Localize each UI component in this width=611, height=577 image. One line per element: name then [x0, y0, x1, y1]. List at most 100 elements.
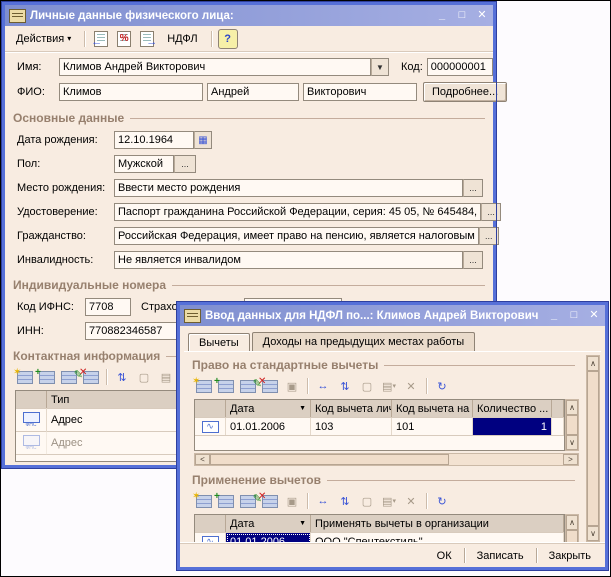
scroll-left-icon[interactable]: < — [195, 454, 210, 465]
deductions-table-vscroll[interactable]: ∧ ∨ — [565, 399, 579, 451]
save-button[interactable]: Записать — [467, 548, 534, 564]
delete-contact-button[interactable]: ✕ — [81, 367, 101, 387]
page-scrollbar[interactable]: ∧ ∨ — [586, 355, 600, 542]
scroll-down-icon[interactable]: ∨ — [566, 435, 578, 450]
toolbar-separator — [307, 378, 308, 394]
calendar-button[interactable]: ▦ — [194, 131, 212, 149]
deductions-row[interactable]: ∿ 01.01.2006 103 101 1 — [195, 418, 564, 436]
minimize-icon[interactable]: _ — [547, 309, 561, 323]
page-scrollbar-thumb[interactable] — [587, 371, 599, 526]
use-refresh-button[interactable]: ↻ — [432, 491, 452, 511]
cross-icon: ✕ — [258, 491, 266, 502]
gender-ellipsis-button[interactable]: ... — [174, 155, 196, 173]
recalc-button[interactable]: % — [114, 29, 134, 49]
personal-deduction-code-cell[interactable]: 103 — [311, 418, 392, 435]
date-column-header[interactable]: Дата ▼ — [226, 515, 311, 532]
add-contact-button[interactable]: ✶ — [15, 367, 35, 387]
insert-contact-button[interactable]: + — [37, 367, 57, 387]
id-doc-ellipsis-button[interactable]: ... — [481, 203, 501, 221]
rows-icon: ✶ — [196, 380, 212, 393]
gender-combo[interactable]: Мужской ... — [114, 155, 196, 173]
select-box-icon: ▢ — [362, 380, 372, 393]
id-doc-combo[interactable]: Паспорт гражданина Российской Федерации,… — [114, 203, 501, 221]
edit-contact-button[interactable]: ✎ — [59, 367, 79, 387]
birth-date-value: 12.10.1964 — [118, 134, 173, 146]
sort-desc-icon: ▼ — [299, 405, 306, 412]
birth-place-combo[interactable]: Ввести место рождения ... — [114, 179, 483, 197]
maximize-icon[interactable]: □ — [567, 309, 581, 323]
actions-menu-button[interactable]: Действия ▾ — [9, 30, 78, 48]
inn-label: ИНН: — [17, 325, 81, 337]
use-add-button[interactable]: ✶ — [194, 491, 214, 511]
use-delete-button[interactable]: ✕ — [260, 491, 280, 511]
select-box-icon: ▢ — [362, 495, 372, 508]
hscroll-thumb[interactable] — [210, 454, 449, 465]
use-sort-button[interactable]: ⇅ — [335, 491, 355, 511]
help-button[interactable]: ? — [218, 29, 238, 49]
ded-delete-button[interactable]: ✕ — [260, 376, 280, 396]
sort-icon: ⇅ — [340, 495, 349, 508]
tab-previous-income[interactable]: Доходы на предыдущих местах работы — [252, 332, 476, 351]
minimize-icon[interactable]: _ — [435, 9, 449, 23]
children-deduction-code-cell[interactable]: 101 — [392, 418, 473, 435]
ded-refresh-button[interactable]: ↻ — [432, 376, 452, 396]
use-edit-button[interactable]: ✎ — [238, 491, 258, 511]
children-deduction-code-header[interactable]: Код вычета на ... — [392, 400, 473, 417]
ellipsis-icon: ... — [469, 255, 477, 265]
ded-col-width-button[interactable]: ↔ — [313, 376, 333, 396]
transfer-button[interactable]: → — [137, 29, 157, 49]
ndfl-titlebar[interactable]: Ввод данных для НДФЛ по...: Климов Андре… — [180, 305, 605, 326]
code-field[interactable]: 000000001 — [427, 58, 493, 76]
apply-in-org-header[interactable]: Применять вычеты в организации — [311, 515, 564, 532]
citizenship-ellipsis-button[interactable]: ... — [479, 227, 499, 245]
citizenship-combo[interactable]: Российская Федерация, имеет право на пен… — [114, 227, 499, 245]
section-individual-numbers: Индивидуальные номера — [13, 278, 485, 292]
use-insert-button[interactable]: + — [216, 491, 236, 511]
toolbar-separator — [211, 31, 212, 47]
scroll-up-icon[interactable]: ∧ — [566, 400, 578, 415]
date-column-header[interactable]: Дата ▼ — [226, 400, 311, 417]
sort-desc-icon: ▼ — [299, 520, 306, 527]
ded-sort-button[interactable]: ⇅ — [335, 376, 355, 396]
scroll-down-icon[interactable]: ∨ — [587, 526, 599, 541]
last-name-field[interactable]: Климов — [59, 83, 203, 101]
usage-table-header: Дата ▼ Применять вычеты в организации — [195, 515, 564, 533]
birth-place-ellipsis-button[interactable]: ... — [463, 179, 483, 197]
personal-deduction-code-header[interactable]: Код вычета лич... — [311, 400, 392, 417]
vscroll-thumb[interactable] — [566, 415, 578, 435]
rows-icon: ✶ — [196, 495, 212, 508]
quantity-header[interactable]: Количество ... — [473, 400, 552, 417]
name-dropdown-button[interactable]: ▼ — [371, 58, 389, 76]
close-icon[interactable]: ✕ — [475, 9, 489, 23]
quantity-cell-selected[interactable]: 1 — [473, 418, 552, 435]
middle-name-field[interactable]: Викторович — [303, 83, 417, 101]
ndfl-button[interactable]: НДФЛ — [160, 30, 204, 48]
first-name-field[interactable]: Андрей — [207, 83, 299, 101]
ok-button[interactable]: ОК — [427, 548, 462, 564]
scroll-up-icon[interactable]: ∧ — [587, 356, 599, 371]
deduction-date-cell[interactable]: 01.01.2006 — [226, 418, 311, 435]
disability-combo[interactable]: Не является инвалидом ... — [114, 251, 483, 269]
plus-icon: + — [35, 367, 41, 378]
ded-add-button[interactable]: ✶ — [194, 376, 214, 396]
deductions-table-hscroll[interactable]: < > — [194, 453, 579, 466]
sort-contact-button[interactable]: ⇅ — [112, 367, 132, 387]
chevron-down-icon: ▼ — [376, 63, 384, 72]
birth-date-combo[interactable]: 12.10.1964 ▦ — [114, 131, 212, 149]
details-button[interactable]: Подробнее... — [423, 82, 507, 102]
close-button[interactable]: Закрыть — [539, 548, 601, 564]
ifns-field[interactable]: 7708 — [85, 298, 131, 316]
tab-deductions[interactable]: Вычеты — [188, 333, 250, 352]
scroll-right-icon[interactable]: > — [563, 454, 578, 465]
name-combo[interactable]: Климов Андрей Викторович ▼ — [59, 58, 389, 76]
reread-button[interactable]: ← — [91, 29, 111, 49]
hscroll-track[interactable] — [449, 454, 563, 465]
ded-edit-button[interactable]: ✎ — [238, 376, 258, 396]
disability-ellipsis-button[interactable]: ... — [463, 251, 483, 269]
ded-insert-button[interactable]: + — [216, 376, 236, 396]
personal-data-titlebar[interactable]: Личные данные физического лица: _ □ ✕ — [5, 5, 493, 26]
close-icon[interactable]: ✕ — [587, 309, 601, 323]
maximize-icon[interactable]: □ — [455, 9, 469, 23]
use-col-width-button[interactable]: ↔ — [313, 491, 333, 511]
scroll-up-icon[interactable]: ∧ — [566, 515, 578, 530]
